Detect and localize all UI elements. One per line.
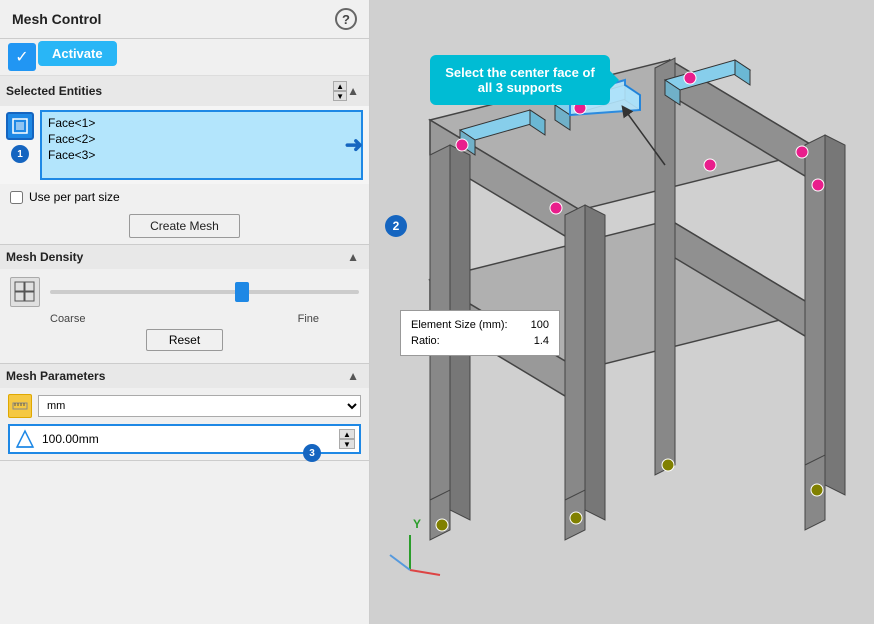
- element-size-label: Element Size (mm):: [411, 319, 508, 331]
- create-mesh-button[interactable]: Create Mesh: [129, 214, 240, 238]
- right-panel: + Y Select the center face of all 3 supp…: [370, 0, 874, 624]
- activate-tooltip: Activate: [38, 41, 117, 66]
- mesh-parameters-header[interactable]: Mesh Parameters ▲: [0, 364, 369, 388]
- mesh-density-title: Mesh Density: [6, 250, 83, 264]
- entities-body: 1 Face<1> Face<2> Face<3> ➜: [0, 106, 369, 184]
- params-chevron: ▲: [347, 369, 359, 383]
- unit-param-row: mm: [8, 394, 361, 418]
- element-size-row: Element Size (mm): 100: [411, 317, 549, 333]
- scroll-up-btn[interactable]: ▲: [333, 81, 347, 91]
- selected-entities-title: Selected Entities: [6, 84, 102, 98]
- mesh-params-body: mm ▲ ▼ 3: [0, 388, 369, 460]
- face-select-icon: [11, 117, 29, 135]
- left-panel: Mesh Control ? ✓ 4 ⊣ Activate Selected E…: [0, 0, 370, 624]
- size-decrement-button[interactable]: ▼: [339, 439, 355, 449]
- use-per-part-checkbox[interactable]: [10, 191, 23, 204]
- ratio-label: Ratio:: [411, 335, 440, 347]
- badge-3: 3: [303, 444, 321, 462]
- size-param-row: ▲ ▼ 3: [8, 424, 361, 454]
- entities-list-box[interactable]: Face<1> Face<2> Face<3> ➜: [40, 110, 363, 180]
- ratio-value: 1.4: [534, 335, 549, 347]
- entity-face-2: Face<2>: [48, 131, 355, 147]
- mesh-density-header[interactable]: Mesh Density ▲: [0, 245, 369, 269]
- mesh-parameters-title: Mesh Parameters: [6, 369, 105, 383]
- scroll-down-btn[interactable]: ▼: [333, 91, 347, 101]
- entity-badge-1: 1: [11, 145, 29, 163]
- help-button[interactable]: ?: [335, 8, 357, 30]
- ratio-row: Ratio: 1.4: [411, 333, 549, 349]
- check-button[interactable]: ✓: [8, 43, 36, 71]
- use-per-part-row: Use per part size: [0, 184, 369, 210]
- density-slider-track[interactable]: [50, 290, 359, 294]
- fine-label: Fine: [298, 313, 319, 325]
- entity-face-3: Face<3>: [48, 147, 355, 163]
- size-icon: [14, 428, 36, 450]
- badge-2: 2: [385, 215, 407, 237]
- panel-header: Mesh Control ?: [0, 0, 369, 39]
- mesh-density-section: Mesh Density ▲ Coarse Fine: [0, 245, 369, 364]
- density-chevron: ▲: [347, 250, 359, 264]
- density-slider-thumb[interactable]: [235, 282, 249, 302]
- panel-title: Mesh Control: [12, 11, 101, 27]
- selected-entities-header[interactable]: Selected Entities ▲ ▼ ▲: [0, 76, 369, 106]
- mesh-parameters-section: Mesh Parameters ▲ mm: [0, 364, 369, 461]
- callout-data-box: Element Size (mm): 100 Ratio: 1.4: [400, 310, 560, 356]
- entities-chevron: ▲: [347, 84, 359, 98]
- entity-face-1: Face<1>: [48, 115, 355, 131]
- reset-button[interactable]: Reset: [146, 329, 223, 351]
- selected-entities-section: Selected Entities ▲ ▼ ▲ 1: [0, 76, 369, 245]
- coarse-label: Coarse: [50, 313, 85, 325]
- mesh-density-body: Coarse Fine Reset: [0, 269, 369, 363]
- entity-icon: [6, 112, 34, 140]
- size-value-input[interactable]: [42, 429, 333, 449]
- check-icon: ✓: [15, 47, 28, 67]
- use-per-part-label: Use per part size: [29, 190, 120, 204]
- entity-arrow-icon: ➜: [345, 132, 363, 158]
- ruler-icon: [8, 394, 32, 418]
- element-size-value: 100: [531, 319, 549, 331]
- toolbar-row: ✓ 4 ⊣ Activate: [0, 39, 369, 76]
- mesh-density-icon: [10, 277, 40, 307]
- size-increment-button[interactable]: ▲: [339, 429, 355, 439]
- annotation-callout: Select the center face of all 3 supports: [430, 55, 610, 105]
- units-select[interactable]: mm: [38, 395, 361, 417]
- svg-text:Y: Y: [413, 517, 421, 531]
